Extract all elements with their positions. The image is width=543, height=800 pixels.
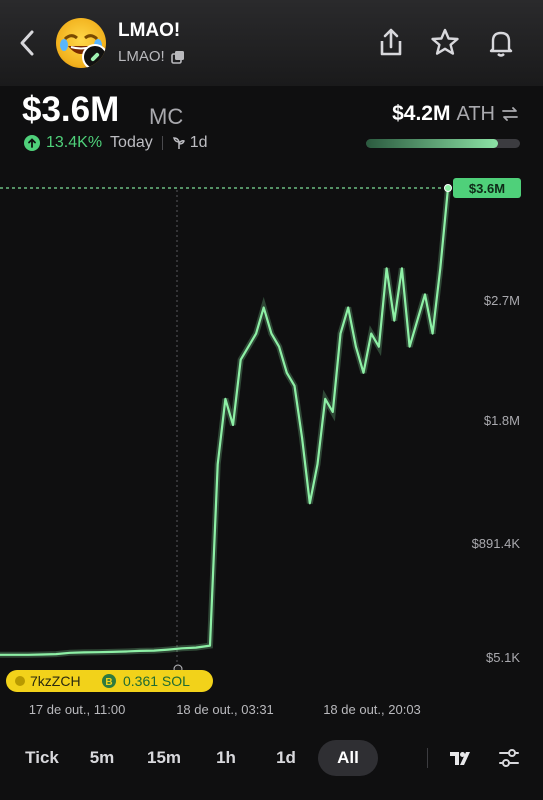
swap-arrows-icon[interactable] <box>501 106 519 122</box>
copy-icon[interactable] <box>170 50 185 64</box>
token-ticker-row: LMAO! <box>118 48 185 65</box>
ath-progress-fill <box>366 139 499 148</box>
current-price-label-text: $3.6M <box>469 181 505 196</box>
share-icon[interactable] <box>374 26 408 60</box>
current-price-dot <box>444 184 452 192</box>
token-name: LMAO! <box>118 20 181 41</box>
top-bar: LMAO! LMAO! <box>0 0 543 86</box>
ath-display[interactable]: $4.2M ATH <box>392 102 519 126</box>
timeframe-1d[interactable]: 1d <box>266 740 306 776</box>
y-tick-label: $1.8M <box>484 413 520 428</box>
timeframe-5m[interactable]: 5m <box>82 740 122 776</box>
change-period: Today <box>110 134 153 151</box>
market-cap-value: $3.6M <box>22 90 120 129</box>
timeframe-1h[interactable]: 1h <box>206 740 246 776</box>
sprout-icon <box>172 137 185 149</box>
trade-amount: 0.361 SOL <box>123 673 190 689</box>
star-icon[interactable] <box>428 26 462 60</box>
back-arrow-icon[interactable] <box>14 26 42 60</box>
x-tick-label: 18 de out., 20:03 <box>323 702 421 717</box>
ath-progress-bar <box>366 139 520 148</box>
wallet-icon <box>15 676 25 686</box>
price-chart[interactable]: $3.6M$2.7M$1.8M$891.4K$5.1K$3.6M 17 de o… <box>0 160 543 720</box>
y-tick-label: $5.1K <box>486 650 520 665</box>
ath-value: $4.2M <box>392 102 451 125</box>
trade-wallet: 7kzZCH <box>30 673 81 689</box>
timeframe-15m[interactable]: 15m <box>142 740 186 776</box>
y-tick-label: $2.7M <box>484 293 520 308</box>
divider <box>427 748 428 768</box>
x-tick-label: 18 de out., 03:31 <box>176 702 274 717</box>
x-tick-label: 17 de out., 11:00 <box>29 702 126 717</box>
timeframe-bar: Tick 5m 15m 1h 1d All <box>0 740 543 780</box>
token-avatar <box>56 18 106 68</box>
change-percent: 13.4K% <box>46 134 103 151</box>
verified-pill-icon <box>82 44 106 68</box>
token-ticker: LMAO! <box>118 48 165 65</box>
buy-badge-letter: B <box>105 677 112 688</box>
divider <box>161 136 163 150</box>
timeframe-all[interactable]: All <box>318 740 378 776</box>
ath-label: ATH <box>456 102 495 125</box>
bell-icon[interactable] <box>484 26 518 60</box>
y-tick-label: $891.4K <box>472 536 521 551</box>
settings-sliders-icon[interactable] <box>498 747 520 769</box>
price-line-glow <box>0 187 451 658</box>
market-cap-unit: MC <box>149 104 184 129</box>
current-price-label: $3.6M <box>444 178 521 198</box>
price-change-row: 13.4K% Today 1d <box>24 134 208 152</box>
tradingview-icon[interactable] <box>448 748 472 768</box>
arrow-up-circle-icon <box>24 135 40 151</box>
change-timeframe[interactable]: 1d <box>190 134 208 152</box>
timeframe-tick[interactable]: Tick <box>20 740 64 776</box>
